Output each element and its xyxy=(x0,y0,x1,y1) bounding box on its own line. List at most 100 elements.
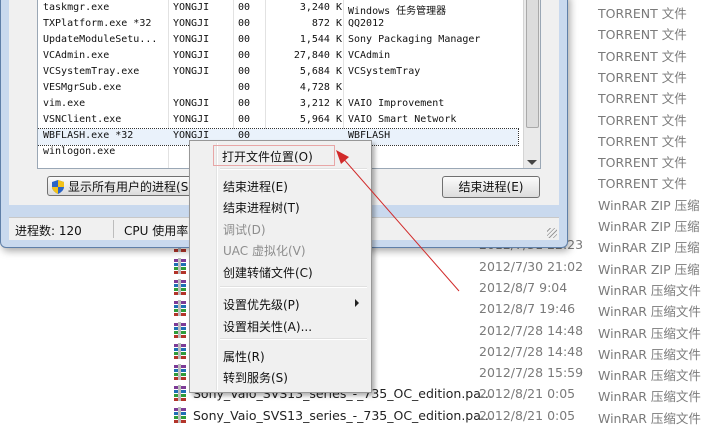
process-cpu: 00 xyxy=(238,82,251,93)
explorer-row[interactable]: Sony_Vaio_SVS13_series_-_735_OC_edition.… xyxy=(0,405,717,426)
process-row[interactable]: VCSystemTray.exe YONGJI 00 5,684 K VCSystemT… xyxy=(38,65,518,81)
process-name: UpdateModuleSetu... xyxy=(43,34,158,45)
menu-item-8[interactable]: 设置相关性(A)... xyxy=(192,315,369,336)
menu-item-label: 属性(R) xyxy=(223,350,265,364)
process-name: TXPlatform.exe *32 xyxy=(43,18,152,29)
process-user: YONGJI xyxy=(173,18,210,29)
show-all-processes-button[interactable]: 显示所有用户的进程(S) xyxy=(47,176,207,196)
explorer-file-date: 2012/7/30 21:02 xyxy=(479,258,584,274)
menu-item-9[interactable]: 属性(R) xyxy=(192,345,369,366)
explorer-file-date: 2012/7/28 14:48 xyxy=(479,343,584,359)
menu-item-4: 调试(D) xyxy=(192,218,369,239)
menu-item-3[interactable]: 结束进程树(T) xyxy=(192,196,369,217)
process-user: YONGJI xyxy=(173,34,210,45)
menu-separator xyxy=(220,168,367,170)
process-description: VAIO Smart Network xyxy=(348,114,457,125)
process-cpu: 00 xyxy=(238,18,251,29)
explorer-file-type: WinRAR 压缩文件 xyxy=(598,410,701,426)
process-cpu: 00 xyxy=(238,98,251,109)
process-name: taskmgr.exe xyxy=(43,2,110,13)
winrar-archive-icon xyxy=(172,257,188,274)
explorer-file-type: TORRENT 文件 xyxy=(598,155,687,171)
explorer-file-type: TORRENT 文件 xyxy=(598,69,687,85)
menu-item-label: 结束进程树(T) xyxy=(223,201,300,215)
process-user: YONGJI xyxy=(173,114,210,125)
uac-shield-icon xyxy=(52,180,64,194)
scroll-down-arrow-icon[interactable] xyxy=(527,160,537,165)
explorer-file-date: 2012/7/28 14:48 xyxy=(479,322,584,338)
end-process-button[interactable]: 结束进程(E) xyxy=(442,176,540,198)
process-description: QQ2012 xyxy=(348,18,385,29)
menu-item-label: 设置相关性(A)... xyxy=(223,320,313,334)
process-cpu: 00 xyxy=(238,66,251,77)
winrar-archive-icon xyxy=(172,278,188,295)
resize-grip-icon[interactable] xyxy=(547,228,557,238)
process-memory: 872 K xyxy=(311,18,342,29)
status-divider xyxy=(113,220,114,238)
winrar-archive-icon xyxy=(172,406,188,423)
status-cpu-usage: CPU 使用率 xyxy=(124,224,189,238)
process-name: VCSystemTray.exe xyxy=(43,66,140,77)
explorer-file-type: WinRAR 压缩文件 xyxy=(598,282,701,298)
explorer-file-date: 2012/8/7 9:04 xyxy=(479,279,568,295)
explorer-file-type: WinRAR ZIP 压缩 xyxy=(598,219,700,234)
show-all-processes-label: 显示所有用户的进程 xyxy=(68,180,177,194)
menu-item-2[interactable]: 结束进程(E) xyxy=(192,175,369,196)
process-description: Sony Packaging Manager xyxy=(348,34,481,45)
process-memory: 3,212 K xyxy=(299,98,342,109)
process-row[interactable]: taskmgr.exe YONGJI 00 3,240 K Windows 任务管理器 xyxy=(38,1,518,17)
status-process-count: 进程数: 120 xyxy=(15,224,82,238)
explorer-file-type: WinRAR 压缩文件 xyxy=(598,325,701,341)
process-cpu: 00 xyxy=(238,2,251,13)
process-cpu: 00 xyxy=(238,34,251,45)
process-description: VAIO Improvement xyxy=(348,98,445,109)
explorer-file-name: Sony_Vaio_SVS13_series_-_735_OC_edition.… xyxy=(193,407,493,423)
scrollbar-thumb[interactable] xyxy=(526,0,539,128)
process-row[interactable]: VESMgrSub.exe 00 4,728 K xyxy=(38,81,518,97)
winrar-archive-icon xyxy=(172,300,188,317)
end-process-label: 结束进程 xyxy=(458,180,507,194)
end-process-hotkey: (E) xyxy=(506,180,524,194)
menu-item-label: 结束进程(E) xyxy=(223,180,288,194)
menu-item-10[interactable]: 转到服务(S) xyxy=(192,366,369,387)
submenu-arrow-icon xyxy=(355,299,359,307)
process-cpu: 00 xyxy=(238,114,251,125)
process-cpu: 00 xyxy=(238,50,251,61)
menu-item-label: 调试(D) xyxy=(223,223,266,237)
menu-separator xyxy=(220,338,367,340)
menu-item-label: 设置优先级(P) xyxy=(223,298,300,312)
explorer-file-date: 2012/8/7 19:46 xyxy=(479,301,576,317)
explorer-file-date: 2012/8/21 0:05 xyxy=(479,386,576,402)
process-user: YONGJI xyxy=(173,2,210,13)
process-row[interactable]: TXPlatform.exe *32 YONGJI 00 872 K QQ2012 xyxy=(38,17,518,33)
process-name: WBFLASH.exe *32 xyxy=(43,130,134,141)
process-row[interactable]: vim.exe YONGJI 00 3,212 K VAIO Improvement xyxy=(38,97,518,113)
explorer-file-type: TORRENT 文件 xyxy=(598,176,687,192)
menu-item-7[interactable]: 设置优先级(P) xyxy=(192,293,369,314)
winrar-archive-icon xyxy=(172,342,188,359)
explorer-file-type: WinRAR 压缩文件 xyxy=(598,389,701,405)
winrar-archive-icon xyxy=(172,364,188,381)
process-memory: 1,544 K xyxy=(299,34,342,45)
menu-item-1[interactable]: 打开文件位置(O) xyxy=(213,145,335,166)
winrar-archive-icon xyxy=(172,385,188,402)
process-memory: 3,240 K xyxy=(299,2,342,13)
explorer-file-type: TORRENT 文件 xyxy=(598,48,687,64)
process-row[interactable]: UpdateModuleSetu... YONGJI 00 1,544 K Sony P… xyxy=(38,33,518,49)
menu-separator xyxy=(220,286,367,288)
process-memory: 4,728 K xyxy=(299,82,342,93)
menu-item-6[interactable]: 创建转储文件(C) xyxy=(192,261,369,282)
process-user: YONGJI xyxy=(173,98,210,109)
menu-item-5: UAC 虚拟化(V) xyxy=(192,239,369,260)
menu-item-label: 创建转储文件(C) xyxy=(223,266,313,280)
process-context-menu: 打开文件位置(O) 结束进程(E) 结束进程树(T) 调试(D) UAC 虚拟化(V) 创… xyxy=(189,140,372,393)
explorer-file-type: TORRENT 文件 xyxy=(598,112,687,128)
process-row[interactable]: VSNClient.exe YONGJI 00 5,964 K VAIO Smart N… xyxy=(38,113,518,129)
process-memory: 5,964 K xyxy=(299,114,342,125)
process-name: vim.exe xyxy=(43,98,86,109)
explorer-file-type: WinRAR ZIP 压缩 xyxy=(598,197,700,213)
process-list-scrollbar[interactable] xyxy=(523,0,540,168)
process-description: VCAdmin xyxy=(348,50,391,61)
explorer-file-type: WinRAR 压缩文件 xyxy=(598,368,701,384)
process-row[interactable]: VCAdmin.exe YONGJI 00 27,840 K VCAdmin xyxy=(38,49,518,65)
